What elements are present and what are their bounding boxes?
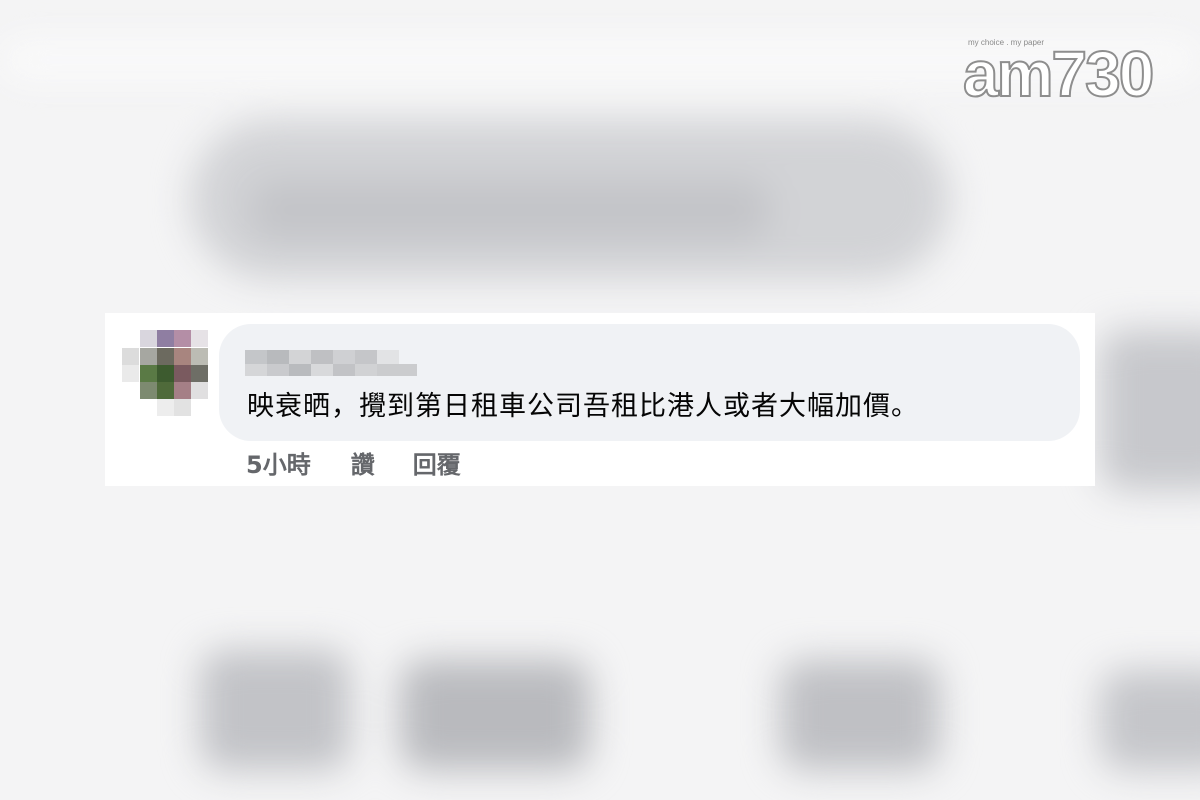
reply-button[interactable]: 回覆 (413, 445, 461, 480)
comment-text: 映衰晒，攪到第日租車公司吾租比港人或者大幅加價。 (247, 391, 919, 422)
comment-bubble: 映衰晒，攪到第日租車公司吾租比港人或者大幅加價。 (219, 324, 1080, 441)
comment-actions: 5小時 讚 回覆 (246, 444, 461, 480)
pixelated-name-icon[interactable] (245, 346, 417, 376)
pixelated-avatar-icon[interactable] (122, 330, 210, 418)
logo-brand: am730 (962, 38, 1155, 110)
like-button[interactable]: 讚 (351, 445, 375, 480)
comment-card: 映衰晒，攪到第日租車公司吾租比港人或者大幅加價。 5小時 讚 回覆 (105, 313, 1095, 486)
am730-logo: my choice . my paper am730 (962, 36, 1155, 108)
comment-timestamp[interactable]: 5小時 (246, 445, 311, 480)
